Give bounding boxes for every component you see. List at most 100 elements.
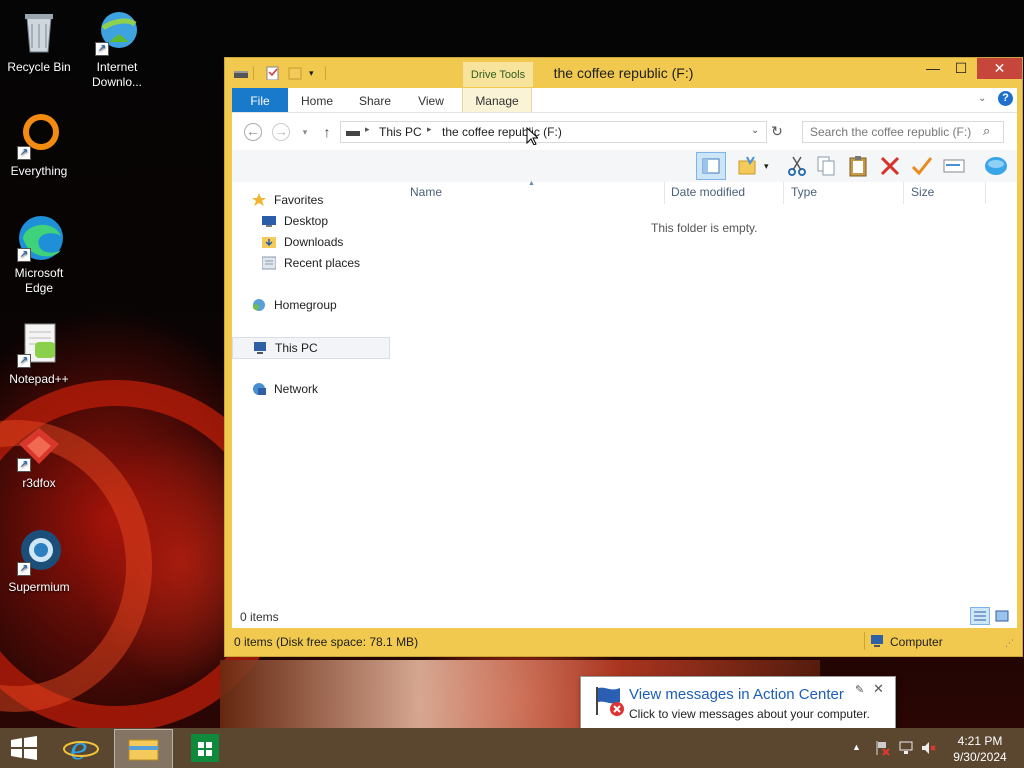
help-icon[interactable]: ? (998, 91, 1013, 106)
large-icons-view-icon[interactable] (994, 608, 1010, 624)
preview-pane-icon[interactable] (696, 152, 726, 180)
desktop-icon-label: Supermium (8, 580, 70, 594)
column-name[interactable]: Name (410, 185, 442, 199)
maximize-button[interactable]: ☐ (947, 58, 975, 79)
desktop-icon-r3dfox[interactable]: ↗ r3dfox (2, 424, 76, 491)
idm-globe-icon: ↗ (93, 8, 141, 56)
notepad-plus-plus-icon: ↗ (15, 320, 63, 368)
window-title: the coffee republic (F:) (553, 65, 694, 81)
column-date-modified[interactable]: Date modified (671, 185, 745, 199)
nav-recent-places[interactable]: Recent places (232, 253, 388, 273)
desktop-icon-supermium[interactable]: ↗ Supermium (2, 528, 76, 595)
column-type[interactable]: Type (791, 185, 817, 199)
close-button[interactable]: ✕ (977, 58, 1022, 79)
nav-desktop[interactable]: Desktop (232, 211, 388, 231)
desktop-icon-internet-download-manager[interactable]: ↗ Internet Downlo... (80, 8, 154, 90)
tab-manage[interactable]: Manage (462, 88, 532, 112)
delete-icon[interactable] (878, 154, 902, 178)
r3dfox-icon: ↗ (15, 424, 63, 472)
folder-options-icon[interactable] (736, 154, 760, 178)
address-bar[interactable]: ▸ This PC ▸ the coffee republic (F:) ⌄ (340, 121, 767, 143)
breadcrumb-separator-icon[interactable]: ▸ (365, 124, 370, 135)
shortcut-arrow-icon: ↗ (17, 248, 31, 262)
sort-indicator-icon: ▲ (528, 180, 535, 187)
network-icon (252, 382, 266, 396)
breadcrumb-separator-icon[interactable]: ▸ (427, 124, 432, 135)
show-hidden-icons-chevron-icon[interactable]: ▲ (852, 742, 861, 752)
status-zone: Computer (890, 635, 943, 649)
desktop-icon-notepad-plus-plus[interactable]: ↗ Notepad++ (2, 320, 76, 387)
folder-options-chevron-icon[interactable]: ▾ (764, 154, 774, 178)
breadcrumb-this-pc[interactable]: This PC (379, 125, 422, 139)
desktop-icon-microsoft-edge[interactable]: ↗ Microsoft Edge (2, 214, 76, 296)
notification-close-button[interactable]: ✕ (873, 681, 884, 697)
notification-title[interactable]: View messages in Action Center (629, 686, 844, 703)
column-separator[interactable] (985, 182, 986, 204)
nav-label: Recent places (284, 256, 361, 270)
network-globe-icon[interactable] (984, 154, 1008, 178)
desktop-icon-recycle-bin[interactable]: Recycle Bin (2, 8, 76, 75)
title-bar[interactable]: ▾ Drive Tools the coffee republic (F:) —… (225, 58, 1022, 88)
ribbon-expand-chevron-icon[interactable]: ⌄ (978, 93, 986, 104)
desktop-icon-label: Notepad++ (9, 372, 69, 386)
taskbar-store[interactable] (180, 728, 230, 768)
desktop-icon-everything[interactable]: ↗ Everything (2, 112, 76, 179)
shortcut-arrow-icon: ↗ (17, 562, 31, 576)
nav-label: Favorites (274, 193, 324, 207)
nav-downloads[interactable]: Downloads (232, 232, 388, 252)
recycle-bin-icon (15, 8, 63, 56)
tab-file[interactable]: File (232, 88, 288, 112)
downloads-folder-icon (262, 235, 276, 249)
network-status-icon[interactable] (898, 740, 914, 759)
address-dropdown-chevron-icon[interactable]: ⌄ (751, 125, 759, 136)
resize-grip-icon[interactable]: ⋰ (1005, 638, 1014, 649)
search-box[interactable]: Search the coffee republic (F:) ⌕ (802, 121, 1004, 143)
nav-homegroup[interactable]: Homegroup (232, 295, 388, 315)
nav-favorites[interactable]: Favorites (232, 190, 388, 210)
column-header-row: ▲ Name Date modified Type Size (402, 180, 1007, 204)
back-button[interactable]: ← (244, 123, 262, 141)
column-separator[interactable] (903, 182, 904, 204)
shortcut-arrow-icon: ↗ (17, 146, 31, 160)
ribbon-tab-bar: File Home Share View Manage ⌄ ? (232, 88, 1017, 112)
nav-label: Desktop (284, 214, 329, 228)
taskbar-internet-explorer[interactable]: e (56, 728, 106, 768)
search-input[interactable]: Search the coffee republic (F:) (810, 125, 971, 139)
system-clock[interactable]: 4:21 PM 9/30/2024 (948, 733, 1012, 765)
svg-text:e: e (70, 732, 88, 767)
search-icon[interactable]: ⌕ (983, 123, 990, 139)
mouse-cursor-icon (526, 126, 540, 148)
homegroup-icon (252, 298, 266, 312)
breadcrumb-current-drive[interactable]: the coffee republic (F:) (442, 125, 562, 139)
shortcut-arrow-icon: ↗ (17, 458, 31, 472)
minimize-button[interactable]: — (919, 58, 947, 79)
pin-icon[interactable]: ✎ (855, 683, 864, 696)
refresh-icon[interactable]: ↻ (768, 122, 786, 140)
column-separator[interactable] (664, 182, 665, 204)
tab-home[interactable]: Home (290, 88, 344, 112)
nav-this-pc[interactable]: This PC (232, 337, 390, 359)
rename-check-icon[interactable] (910, 154, 934, 178)
tab-share[interactable]: Share (348, 88, 402, 112)
store-icon (191, 734, 219, 762)
taskbar-file-explorer[interactable] (114, 729, 173, 769)
tab-view[interactable]: View (404, 88, 458, 112)
action-center-flag-icon[interactable] (874, 740, 890, 759)
forward-button[interactable]: → (272, 123, 290, 141)
details-view-icon[interactable] (970, 607, 990, 625)
up-button[interactable]: ↑ (318, 123, 336, 141)
action-center-notification[interactable]: View messages in Action Center Click to … (580, 676, 896, 730)
taskbar: e ▲ 4:21 PM 9/30/2024 (0, 728, 1024, 769)
start-button[interactable] (0, 728, 48, 768)
paste-icon[interactable] (846, 154, 870, 178)
column-separator[interactable] (783, 182, 784, 204)
properties-window-icon[interactable] (942, 154, 966, 178)
recent-locations-chevron-icon[interactable]: ▾ (296, 123, 314, 141)
nav-network[interactable]: Network (232, 379, 388, 399)
notification-body: Click to view messages about your comput… (629, 707, 870, 721)
cut-icon[interactable] (785, 154, 809, 178)
copy-icon[interactable] (814, 154, 838, 178)
column-size[interactable]: Size (911, 185, 934, 199)
status-bar: 0 items (Disk free space: 78.1 MB) Compu… (232, 628, 1017, 653)
volume-muted-icon[interactable] (920, 740, 936, 759)
